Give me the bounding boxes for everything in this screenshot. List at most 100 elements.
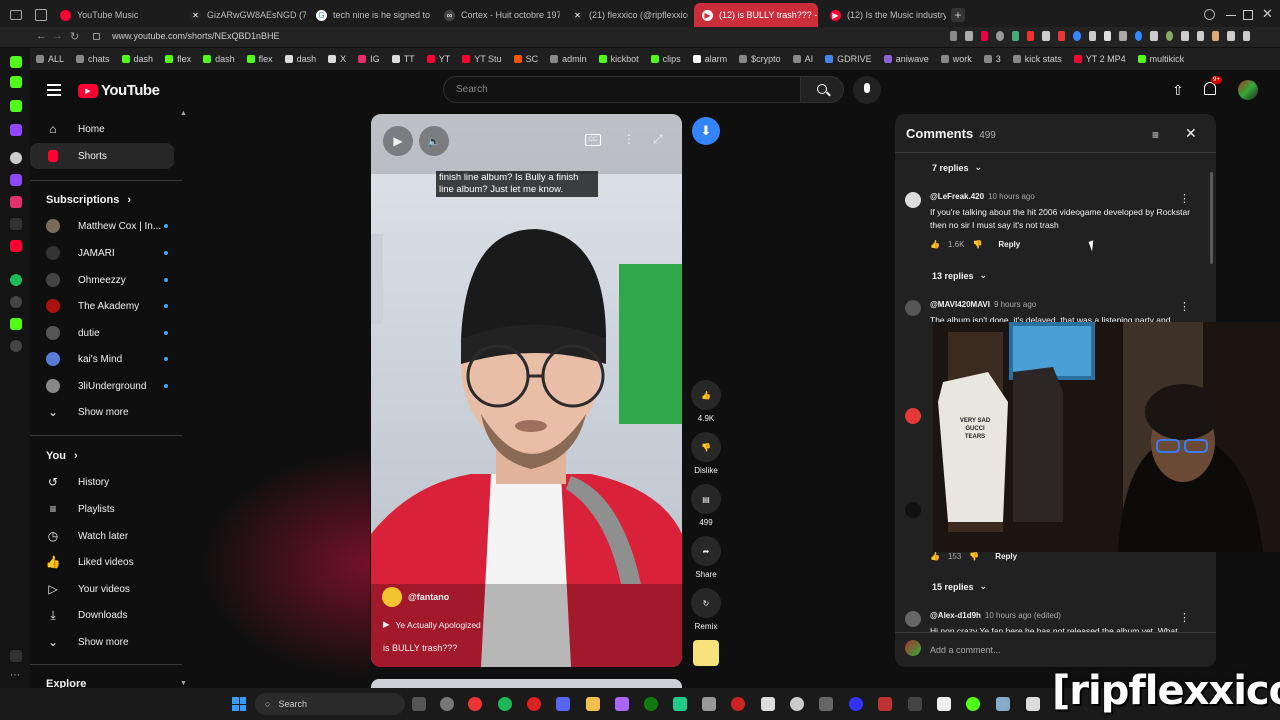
kick-icon[interactable] — [10, 56, 22, 68]
bookmark[interactable]: ALL — [36, 54, 64, 64]
show-more-you[interactable]: ⌄ Show more — [30, 629, 174, 655]
bookmark[interactable]: 3 — [983, 54, 1001, 64]
reload-icon[interactable]: ↻ — [70, 30, 79, 43]
notifications-button[interactable]: 9+ — [1204, 76, 1222, 95]
share-button[interactable]: ➦ Share — [690, 536, 722, 579]
sidebar-item-watch-later[interactable]: ◷ Watch later — [30, 523, 174, 549]
bookmark[interactable]: flex — [246, 54, 273, 64]
ext-icon[interactable] — [10, 650, 22, 662]
instagram-icon[interactable] — [10, 196, 22, 208]
bookmark[interactable]: kickbot — [598, 54, 639, 64]
app-icon[interactable] — [673, 697, 687, 711]
close-icon[interactable]: ✕ — [1185, 125, 1197, 142]
chrome-icon[interactable] — [468, 697, 482, 711]
bookmark[interactable]: dash — [284, 54, 316, 64]
kick-icon[interactable] — [10, 318, 22, 330]
download-video-button[interactable]: ⬇ — [692, 117, 720, 145]
browser-tab-active[interactable]: ▶ (12) is BULLY trash??? - Y — [694, 3, 818, 27]
bookmark[interactable]: flex — [165, 54, 191, 64]
twitch-icon[interactable] — [10, 174, 22, 186]
app-icon[interactable] — [819, 697, 833, 711]
comment-menu-icon[interactable]: ⋮ — [1179, 300, 1190, 313]
music-link[interactable]: ▶ Ye Actually Apologized — [383, 619, 481, 630]
remix-button[interactable]: ↻ Remix — [690, 588, 722, 631]
app-icon[interactable] — [761, 697, 775, 711]
start-icon[interactable] — [232, 697, 246, 711]
bookmark[interactable]: clips — [650, 54, 681, 64]
extension-icons[interactable] — [950, 31, 1251, 43]
forward-icon[interactable]: → — [52, 30, 63, 42]
app-icon[interactable] — [966, 697, 980, 711]
search-tabs-icon[interactable] — [1204, 9, 1215, 20]
browser-tab[interactable]: YouTube Music — [52, 3, 180, 27]
fullscreen-icon[interactable]: ⤢ — [653, 132, 663, 147]
folder-icon[interactable] — [586, 697, 600, 711]
comment-author[interactable]: @LeFreak.420 — [930, 192, 984, 201]
dislike-button[interactable]: 👎 Dislike — [690, 432, 722, 475]
scrollbar[interactable] — [1210, 172, 1213, 264]
comment-avatar[interactable] — [905, 192, 921, 208]
youtube-logo[interactable]: ▶ YouTube — [78, 82, 160, 99]
browser-tab[interactable]: ✕ (21) flexxico (@ripflexxico — [564, 3, 688, 27]
chatgpt-icon[interactable] — [10, 152, 22, 164]
sidebar-item-home[interactable]: ⌂ Home — [30, 116, 174, 142]
chatgpt-icon[interactable] — [790, 697, 804, 711]
comment-avatar[interactable] — [905, 300, 921, 316]
add-comment-input[interactable]: Add a comment... — [930, 642, 1200, 656]
sidebar-item-downloads[interactable]: ⤓ Downloads — [30, 602, 174, 628]
xbox-icon[interactable] — [644, 697, 658, 711]
sidebar-item-subscription[interactable]: 3liUnderground — [30, 373, 174, 399]
sidebar-scroll-down-icon[interactable]: ▼ — [180, 680, 187, 687]
comments-button[interactable]: ▤ 499 — [690, 484, 722, 527]
sidebar-item-liked-videos[interactable]: 👍 Liked videos — [30, 549, 174, 575]
taskbar-search[interactable]: ○ Search — [255, 693, 405, 715]
youtube-icon[interactable] — [10, 240, 22, 252]
replies-toggle[interactable]: 7 replies ⌄ — [932, 162, 982, 173]
bookmark[interactable]: SC — [513, 54, 538, 64]
browser-tab[interactable]: ✕ GizARwGW8AEsNGD (74) — [182, 3, 306, 27]
search-button[interactable] — [800, 76, 844, 103]
captions-button[interactable]: CC — [585, 134, 601, 146]
bookmark[interactable]: kick stats — [1012, 54, 1062, 64]
minimize-icon[interactable] — [1226, 15, 1236, 16]
thumbs-down-icon[interactable]: 👎 — [972, 240, 982, 249]
twitch-icon[interactable] — [10, 124, 22, 136]
bookmark[interactable]: YT Stu — [462, 54, 502, 64]
app-icon[interactable] — [908, 697, 922, 711]
channel-row[interactable]: @fantano — [382, 587, 449, 607]
comment-avatar[interactable] — [905, 502, 921, 518]
bookmark[interactable]: YT 2 MP4 — [1073, 54, 1126, 64]
hamburger-menu-icon[interactable] — [47, 84, 61, 96]
upload-icon[interactable]: ⇧ — [1172, 82, 1184, 99]
sidebar-item-playlists[interactable]: ≡ Playlists — [30, 496, 174, 522]
comment-avatar[interactable] — [905, 408, 921, 424]
maximize-icon[interactable] — [1243, 10, 1253, 20]
app-icon[interactable] — [702, 697, 716, 711]
app-icon[interactable] — [440, 697, 454, 711]
url-field[interactable]: www.youtube.com/shorts/NExQBD1nBHE — [112, 31, 280, 41]
kick-icon[interactable] — [10, 100, 22, 112]
reply-button[interactable]: Reply — [998, 240, 1020, 249]
task-view-icon[interactable] — [412, 697, 426, 711]
browser-menu-icon[interactable] — [10, 10, 22, 20]
bookmark[interactable]: dash — [203, 54, 235, 64]
you-heading[interactable]: You › — [46, 450, 78, 462]
bookmark[interactable]: $crypto — [739, 54, 781, 64]
bookmark[interactable]: TT — [391, 54, 415, 64]
sidebar-item-subscription[interactable]: Matthew Cox | In... — [30, 213, 174, 239]
close-window-icon[interactable]: ✕ — [1262, 6, 1273, 22]
sidebar-item-subscription[interactable]: kai's Mind — [30, 346, 174, 372]
x-icon[interactable] — [10, 218, 22, 230]
bookmark[interactable]: GDRIVE — [825, 54, 872, 64]
replies-toggle[interactable]: 15 replies ⌄ — [932, 581, 987, 592]
app-icon[interactable] — [996, 697, 1010, 711]
sidebar-scroll-up-icon[interactable]: ▲ — [180, 110, 187, 117]
bookmark[interactable]: dash — [121, 54, 153, 64]
comment-author[interactable]: @Alex-d1d9h — [930, 611, 981, 620]
like-button[interactable]: 👍 4.9K — [690, 380, 722, 423]
replies-toggle[interactable]: 13 replies ⌄ — [932, 270, 987, 281]
comment-author[interactable]: @MAVI420MAVI — [930, 300, 990, 309]
settings-icon[interactable] — [10, 340, 22, 352]
sidebar-item-history[interactable]: ↺ History — [30, 469, 174, 495]
sidebar-item-subscription[interactable]: Ohmeezzy — [30, 267, 174, 293]
